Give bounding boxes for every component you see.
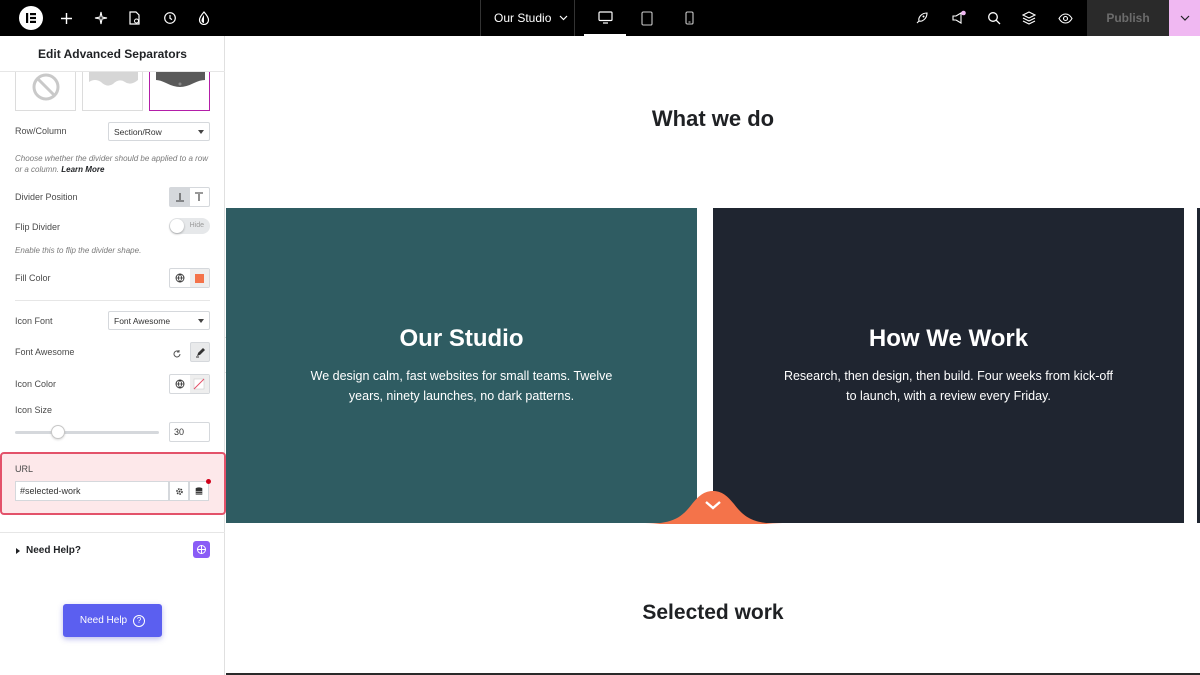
- page-settings-icon[interactable]: [116, 0, 152, 36]
- site-settings-icon[interactable]: [186, 0, 222, 36]
- rocket-icon[interactable]: [904, 0, 940, 36]
- history-icon[interactable]: [152, 0, 188, 36]
- our-studio-column[interactable]: Our Studio We design calm, fast websites…: [226, 208, 697, 523]
- flip-divider-label: Flip Divider: [15, 222, 61, 232]
- need-help-section-title: Need Help?: [26, 545, 82, 556]
- icon-size-slider-track[interactable]: [15, 431, 159, 434]
- fill-color-label: Fill Color: [15, 273, 51, 283]
- preview-eye-icon[interactable]: [1047, 0, 1083, 36]
- fill-color-control: [169, 268, 210, 288]
- global-colors-button[interactable]: [170, 269, 190, 287]
- icon-size-slider-handle[interactable]: [51, 425, 65, 439]
- learn-more-link[interactable]: Learn More: [61, 165, 104, 174]
- flip-divider-toggle[interactable]: Hide: [169, 218, 210, 234]
- pencil-icon: [195, 347, 205, 357]
- align-bottom-icon: [175, 193, 184, 202]
- align-top-icon: [195, 192, 204, 201]
- shape-wave-option[interactable]: [82, 72, 143, 111]
- dynamic-tags-button[interactable]: [189, 481, 209, 501]
- fill-color-swatch-button[interactable]: [189, 269, 209, 287]
- database-icon: [195, 486, 203, 495]
- row-column-label: Row/Column: [15, 126, 67, 136]
- none-icon: [32, 73, 60, 101]
- our-studio-title: Our Studio: [399, 325, 524, 352]
- icon-font-label: Icon Font: [15, 316, 53, 326]
- globe-icon: [175, 273, 185, 283]
- url-label: URL: [15, 464, 34, 474]
- add-element-icon[interactable]: [48, 0, 84, 36]
- ai-sparkle-icon[interactable]: [83, 0, 119, 36]
- icon-color-swatch-button[interactable]: [189, 375, 209, 393]
- fill-color-swatch: [194, 273, 204, 283]
- no-color-icon: [193, 378, 205, 390]
- toggle-knob: [170, 219, 184, 233]
- search-icon[interactable]: [976, 0, 1012, 36]
- row-column-hint: Choose whether the divider should be app…: [15, 153, 210, 175]
- position-top-button[interactable]: [190, 188, 210, 206]
- icon-color-control: [169, 374, 210, 394]
- icon-font-value: Font Awesome: [114, 315, 171, 326]
- notifications-megaphone-icon[interactable]: [941, 0, 977, 36]
- how-we-work-title: How We Work: [868, 325, 1029, 352]
- row-column-value: Section/Row: [114, 126, 162, 137]
- reset-icon[interactable]: [172, 346, 182, 364]
- section-divider: [15, 300, 210, 301]
- position-bottom-button[interactable]: [170, 188, 190, 206]
- globe-icon: [175, 379, 185, 389]
- editor-panel: Edit Advanced Separators Row/Column Sect…: [0, 36, 226, 675]
- font-awesome-label: Font Awesome: [15, 347, 75, 357]
- selected-work-heading[interactable]: Selected work: [226, 601, 1200, 625]
- section-divider: [0, 532, 225, 533]
- need-help-button[interactable]: Need Help ?: [63, 604, 162, 637]
- row-column-select[interactable]: Section/Row: [108, 122, 210, 141]
- icon-size-input[interactable]: 30: [169, 422, 210, 442]
- gear-icon: [175, 487, 183, 495]
- mobile-view-icon[interactable]: [668, 0, 710, 36]
- layers-icon[interactable]: [1011, 0, 1047, 36]
- need-help-button-label: Need Help: [79, 615, 128, 626]
- need-help-section-toggle[interactable]: Need Help?: [16, 545, 81, 556]
- dynamic-tag-indicator: [206, 479, 211, 484]
- divider-position-control: [169, 187, 210, 207]
- how-we-work-text: Research, then design, then build. Four …: [783, 369, 1114, 403]
- publish-options-button[interactable]: [1169, 0, 1200, 36]
- chevron-down-icon: [1180, 15, 1189, 21]
- caret-right-icon: [16, 547, 20, 554]
- tablet-view-icon[interactable]: [626, 0, 668, 36]
- what-we-do-heading[interactable]: What we do: [226, 106, 1200, 132]
- shape-arrow-option[interactable]: [149, 72, 210, 111]
- toggle-state-text: Hide: [189, 222, 204, 229]
- caret-down-icon: [198, 130, 204, 134]
- page-name: Our Studio: [494, 11, 552, 25]
- icon-color-label: Icon Color: [15, 379, 57, 389]
- our-studio-text: We design calm, fast websites for small …: [310, 369, 613, 403]
- help-badge-icon[interactable]: [193, 541, 210, 558]
- icon-picker-button[interactable]: [190, 342, 210, 362]
- question-mark-icon: ?: [133, 614, 146, 627]
- advanced-separator-divider[interactable]: [640, 488, 786, 524]
- divider-position-label: Divider Position: [15, 192, 78, 202]
- chevron-down-icon: [559, 15, 568, 21]
- top-bar: Our Studio Publish: [0, 0, 1200, 36]
- arrow-shape-icon: [156, 72, 205, 87]
- wave-shape-icon: [89, 72, 138, 86]
- caret-down-icon: [198, 319, 204, 323]
- flip-divider-hint: Enable this to flip the divider shape.: [15, 246, 142, 255]
- icon-font-select[interactable]: Font Awesome: [108, 311, 210, 330]
- shape-none-option[interactable]: [15, 72, 76, 111]
- publish-button[interactable]: Publish: [1087, 0, 1169, 36]
- desktop-view-icon[interactable]: [584, 0, 626, 36]
- preview-canvas: What we do Our Studio We design calm, fa…: [226, 36, 1200, 675]
- row-column-hint-text: Choose whether the divider should be app…: [15, 154, 209, 174]
- how-we-work-column[interactable]: How We Work Research, then design, then …: [713, 208, 1184, 523]
- page-selector[interactable]: Our Studio: [480, 0, 575, 36]
- panel-title: Edit Advanced Separators: [0, 36, 225, 72]
- elementor-logo-icon[interactable]: [19, 6, 43, 30]
- global-colors-button[interactable]: [170, 375, 190, 393]
- icon-size-label: Icon Size: [15, 405, 53, 415]
- url-input[interactable]: #selected-work: [15, 481, 169, 501]
- link-options-button[interactable]: [169, 481, 189, 501]
